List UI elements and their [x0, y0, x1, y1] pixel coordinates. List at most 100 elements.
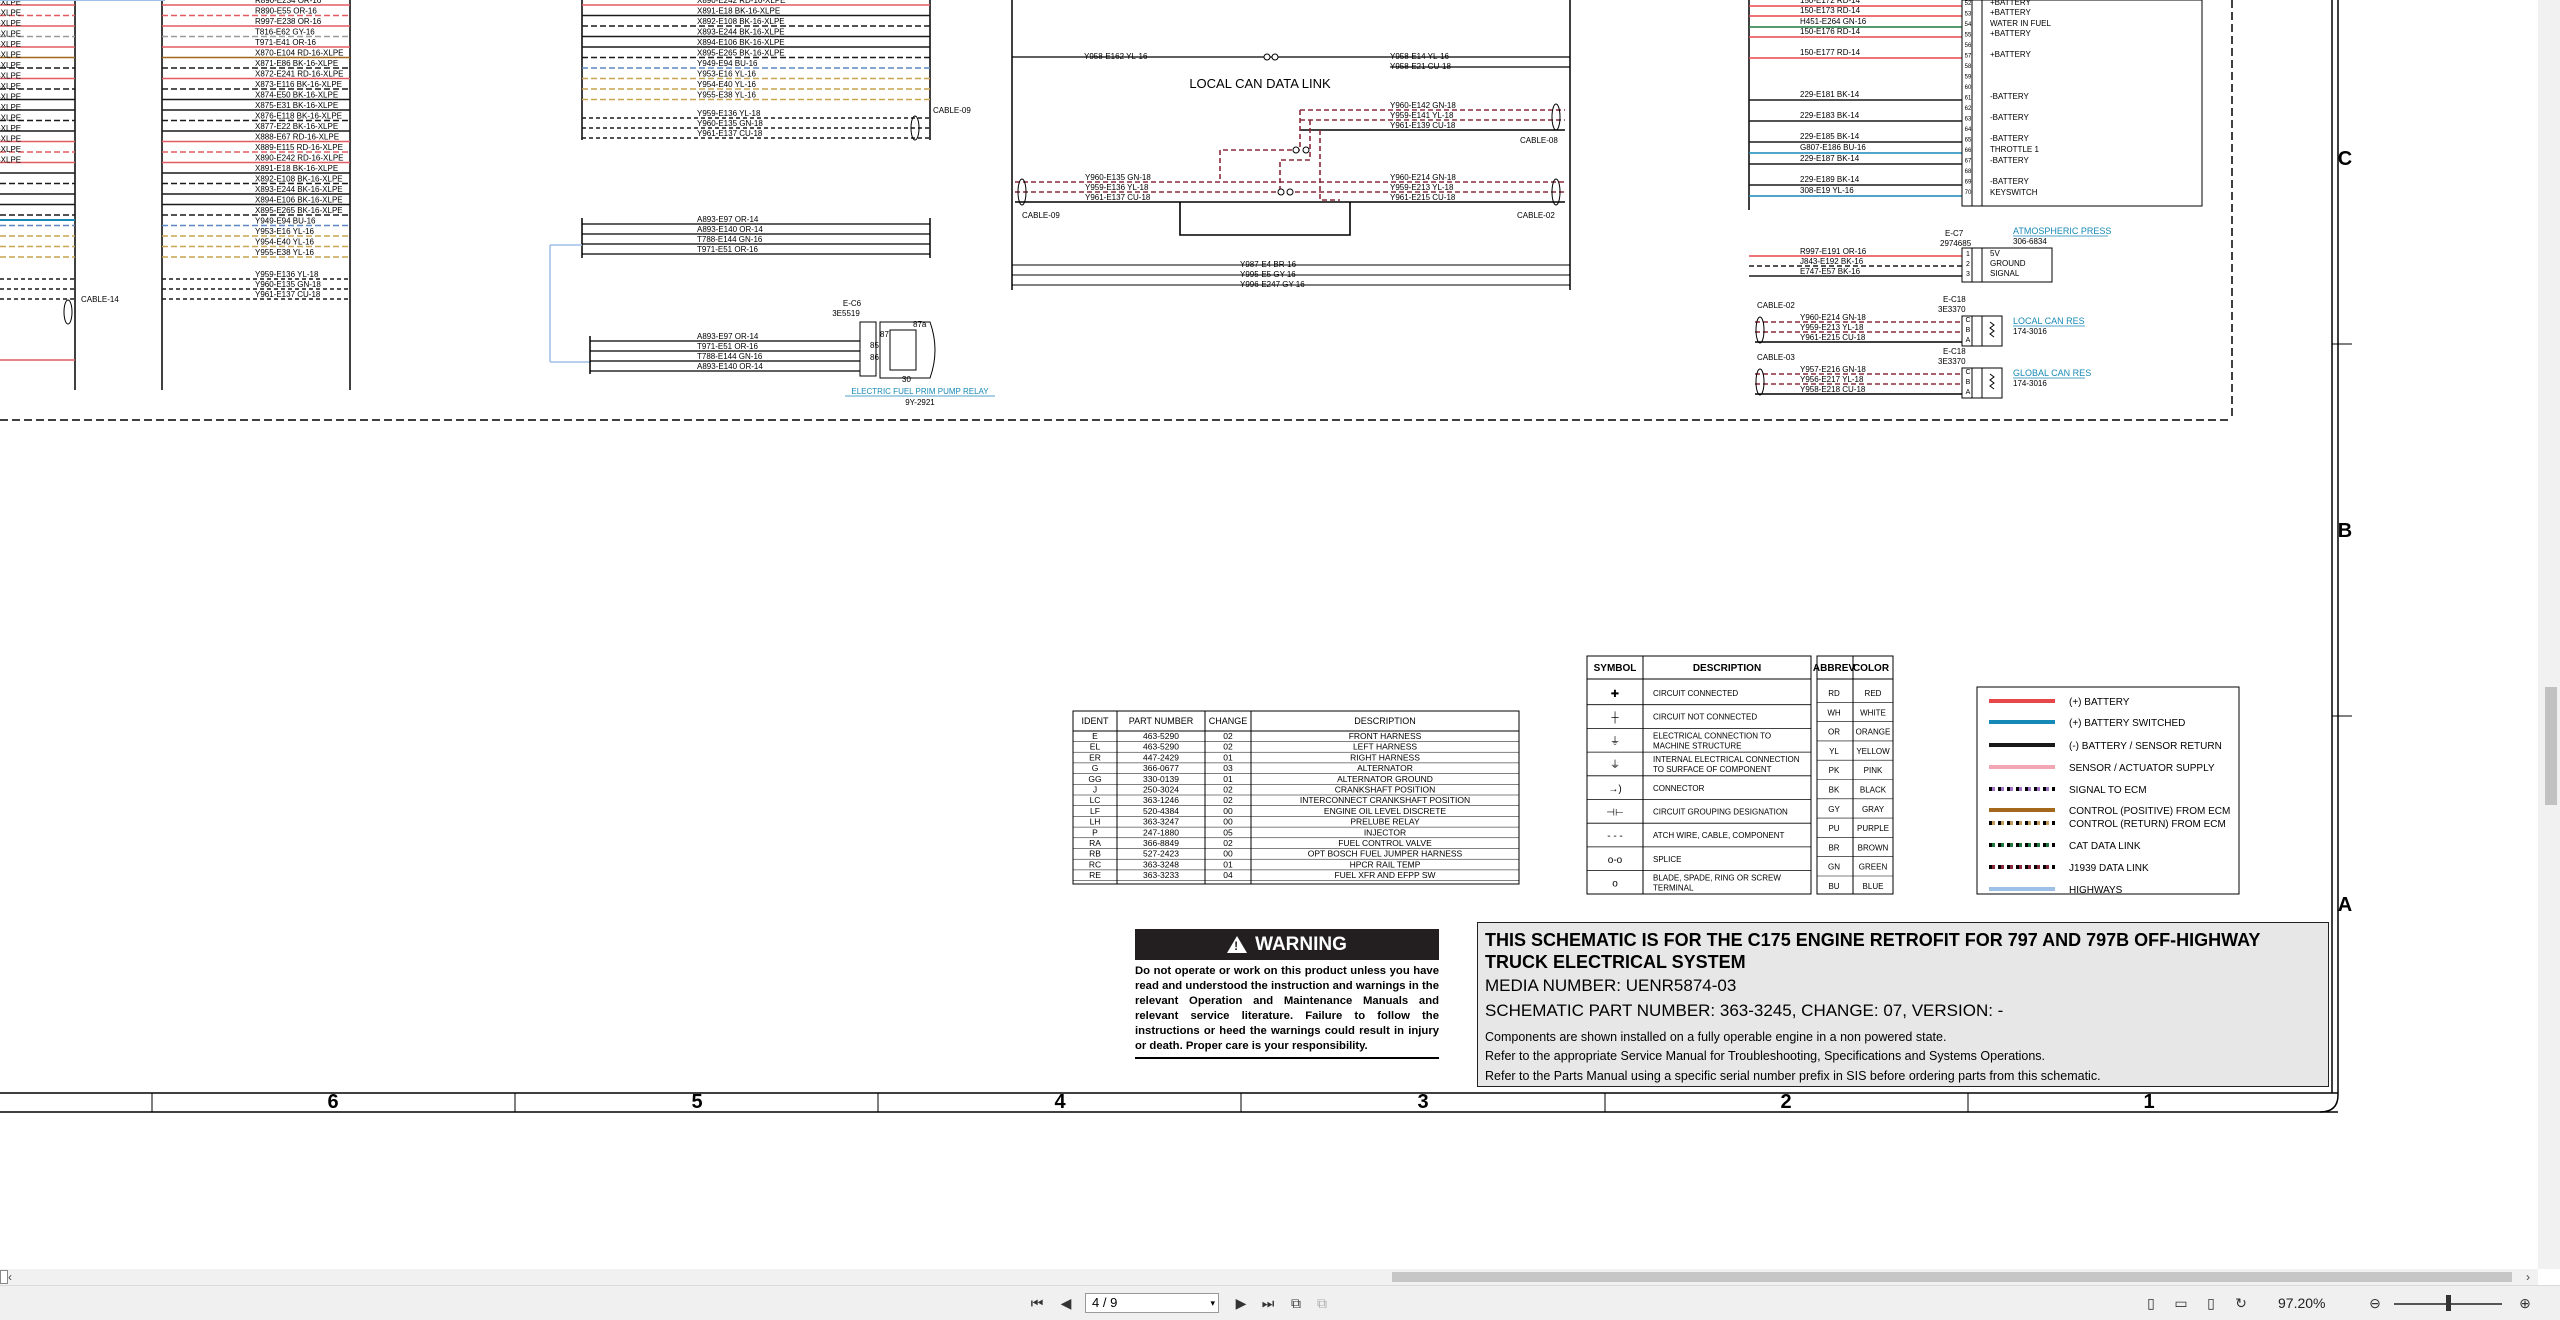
ident-table-cell: FUEL CONTROL VALVE	[1338, 838, 1432, 848]
resistor-number: 174-3016	[2013, 327, 2047, 336]
ident-table-cell: FRONT HARNESS	[1349, 731, 1422, 741]
page-dropdown-icon[interactable]: ▾	[1210, 1294, 1215, 1312]
horizontal-scrollbar[interactable]: ‹ ›	[0, 1269, 2538, 1285]
wire-label: Y957-E216 GN-18	[1800, 365, 1866, 374]
wire-label: A893-E140 OR-14	[697, 362, 763, 371]
wire-label: T816-E62 GY-16	[255, 28, 315, 37]
scroll-left-icon[interactable]: ‹	[2, 1269, 18, 1285]
ident-table-header: IDENT	[1082, 716, 1110, 726]
symbol-glyph-icon: ⏚	[1610, 735, 1620, 747]
relay-number: 9Y-2921	[905, 398, 935, 407]
continuous-view-icon[interactable]: ▭	[2172, 1294, 2190, 1312]
ecm-pin-number: 67	[1965, 159, 1972, 165]
splice	[1277, 188, 1285, 196]
ecm-pin-number: 59	[1965, 75, 1972, 81]
last-page-icon[interactable]: ⏭	[1259, 1294, 1277, 1312]
wire-label: Y960-E214 GN-18	[1800, 313, 1866, 322]
ident-table-cell: ENGINE OIL LEVEL DISCRETE	[1324, 806, 1447, 816]
sensor-part: 2974685	[1940, 239, 1972, 248]
ecm-pin-label: -BATTERY	[1990, 177, 2029, 186]
ident-table-cell: 366-0677	[1143, 763, 1179, 773]
wire-label: Y961-E215 CU-18	[1390, 193, 1456, 202]
resistor-icon	[1989, 373, 1995, 390]
wire-label: Y955-E38 YL-16	[255, 248, 315, 257]
wire-label: X890-E242 RD-16-XLPE	[255, 154, 344, 163]
abbrev-color: GRAY	[1862, 805, 1885, 814]
scroll-right-icon[interactable]: ›	[2520, 1269, 2536, 1285]
fit-page-icon[interactable]: ⧉	[1287, 1294, 1305, 1312]
cable-label: CABLE-09	[933, 106, 971, 115]
wire-label: Y954-E40 YL-16	[255, 238, 315, 247]
zoom-out-icon[interactable]: ⊖	[2366, 1294, 2384, 1312]
vertical-scroll-thumb[interactable]	[2545, 687, 2557, 805]
two-page-view-icon[interactable]: ▯	[2202, 1294, 2220, 1312]
global-can-res-link: GLOBAL CAN RES	[2013, 368, 2091, 378]
symbol-glyph-icon: o	[1612, 879, 1618, 890]
ident-table-cell: 00	[1223, 817, 1233, 827]
local-can-res-link: LOCAL CAN RES	[2013, 316, 2085, 326]
abbrev-header: COLOR	[1853, 663, 1890, 674]
ident-table-cell: 447-2429	[1143, 752, 1179, 762]
symbol-description: ELECTRICAL CONNECTION TO	[1653, 731, 1771, 740]
zoom-level[interactable]: 97.20%	[2278, 1295, 2325, 1311]
wire-label: X875-E31 BK-16-XLPE	[255, 101, 338, 110]
wire-label: A893-E97 OR-14	[697, 332, 759, 341]
sensor-number: 306-6834	[2013, 237, 2047, 246]
ident-table-cell: 247-1880	[1143, 827, 1179, 837]
wire-label: H451-E264 GN-16	[1800, 17, 1867, 26]
abbrev-color: RED	[1865, 689, 1882, 698]
sensor-connector	[1971, 247, 1983, 283]
ident-table-cell: 250-3024	[1143, 785, 1179, 795]
viewer-toolbar: ⏮ ◀ 4 / 9 ▾ ▶ ⏭ ⧉ ⧉ ▯ ▭ ▯ ↻ 97.20% ⊖ ⊕	[0, 1285, 2560, 1320]
rotate-view-icon[interactable]: ↻	[2232, 1294, 2250, 1312]
wire-label: Y949-E94 BU-16	[255, 217, 316, 226]
ident-table-cell: 02	[1223, 785, 1233, 795]
ecm-pin-number: 63	[1965, 117, 1972, 123]
zoom-in-icon[interactable]: ⊕	[2516, 1294, 2534, 1312]
row-label-A: A	[2338, 894, 2352, 916]
splice	[1263, 53, 1271, 61]
zoom-slider-thumb[interactable]	[2446, 1295, 2451, 1311]
ident-table-cell: J	[1093, 785, 1097, 795]
abbrev-code: PK	[1829, 766, 1840, 775]
page-number-input[interactable]: 4 / 9 ▾	[1085, 1293, 1219, 1313]
wire-label: 150-E176 RD-14	[1800, 27, 1861, 36]
ident-table-cell: RE	[1089, 870, 1101, 880]
wire-label: X891-E18 BK-16-XLPE	[697, 7, 780, 16]
wire-label: T971-E51 OR-16	[697, 245, 758, 254]
single-page-view-icon[interactable]: ▯	[2142, 1294, 2160, 1312]
wire-label: X873-E116 BK-16-XLPE	[255, 80, 342, 89]
warning-triangle-icon: !	[1227, 936, 1248, 953]
ident-table-cell: LEFT HARNESS	[1353, 742, 1417, 752]
wire-label: X892-E108 BK-16-XLPE	[255, 175, 343, 184]
ident-table-cell: RIGHT HARNESS	[1350, 752, 1420, 762]
sensor-pin-label: GROUND	[1990, 259, 2026, 268]
resistor-connector	[1971, 367, 1983, 399]
abbrev-code: BK	[1829, 786, 1840, 795]
legend-label: HIGHWAYS	[2069, 885, 2123, 896]
wire-label: -XLPE	[0, 19, 21, 28]
wire-label: 229-E189 BK-14	[1800, 175, 1860, 184]
document-viewport[interactable]: 6 5 4 3 2 1 C B A R890-E234 OR-16 R890-E55 OR-16 R9…	[0, 0, 2538, 1269]
relay-id: E-C6	[843, 299, 862, 308]
splice	[1286, 188, 1294, 196]
horizontal-scroll-thumb[interactable]	[1392, 1272, 2512, 1282]
abbrev-header: ABBREV	[1813, 663, 1856, 674]
first-page-icon[interactable]: ⏮	[1028, 1294, 1046, 1312]
splice	[1271, 53, 1279, 61]
wire-label: Y960-E135 GN-18	[1085, 173, 1151, 182]
page-number-value: 4 / 9	[1092, 1295, 1118, 1310]
fit-width-icon[interactable]: ⧉	[1313, 1294, 1331, 1312]
wire-label: Y959-E136 YL-18	[255, 270, 319, 279]
legend-label: SIGNAL TO ECM	[2069, 785, 2147, 796]
symbol-header: DESCRIPTION	[1693, 663, 1761, 674]
wire-label: -XLPE	[0, 114, 21, 123]
splice	[1302, 146, 1310, 154]
ident-table-cell: LF	[1090, 806, 1100, 816]
abbrev-color: BLUE	[1863, 882, 1884, 891]
ident-table-cell: 527-2423	[1143, 849, 1179, 859]
vertical-scrollbar[interactable]	[2538, 0, 2560, 1269]
previous-page-icon[interactable]: ◀	[1057, 1294, 1075, 1312]
symbol-description: ATCH WIRE, CABLE, COMPONENT	[1653, 831, 1785, 840]
next-page-icon[interactable]: ▶	[1232, 1294, 1250, 1312]
